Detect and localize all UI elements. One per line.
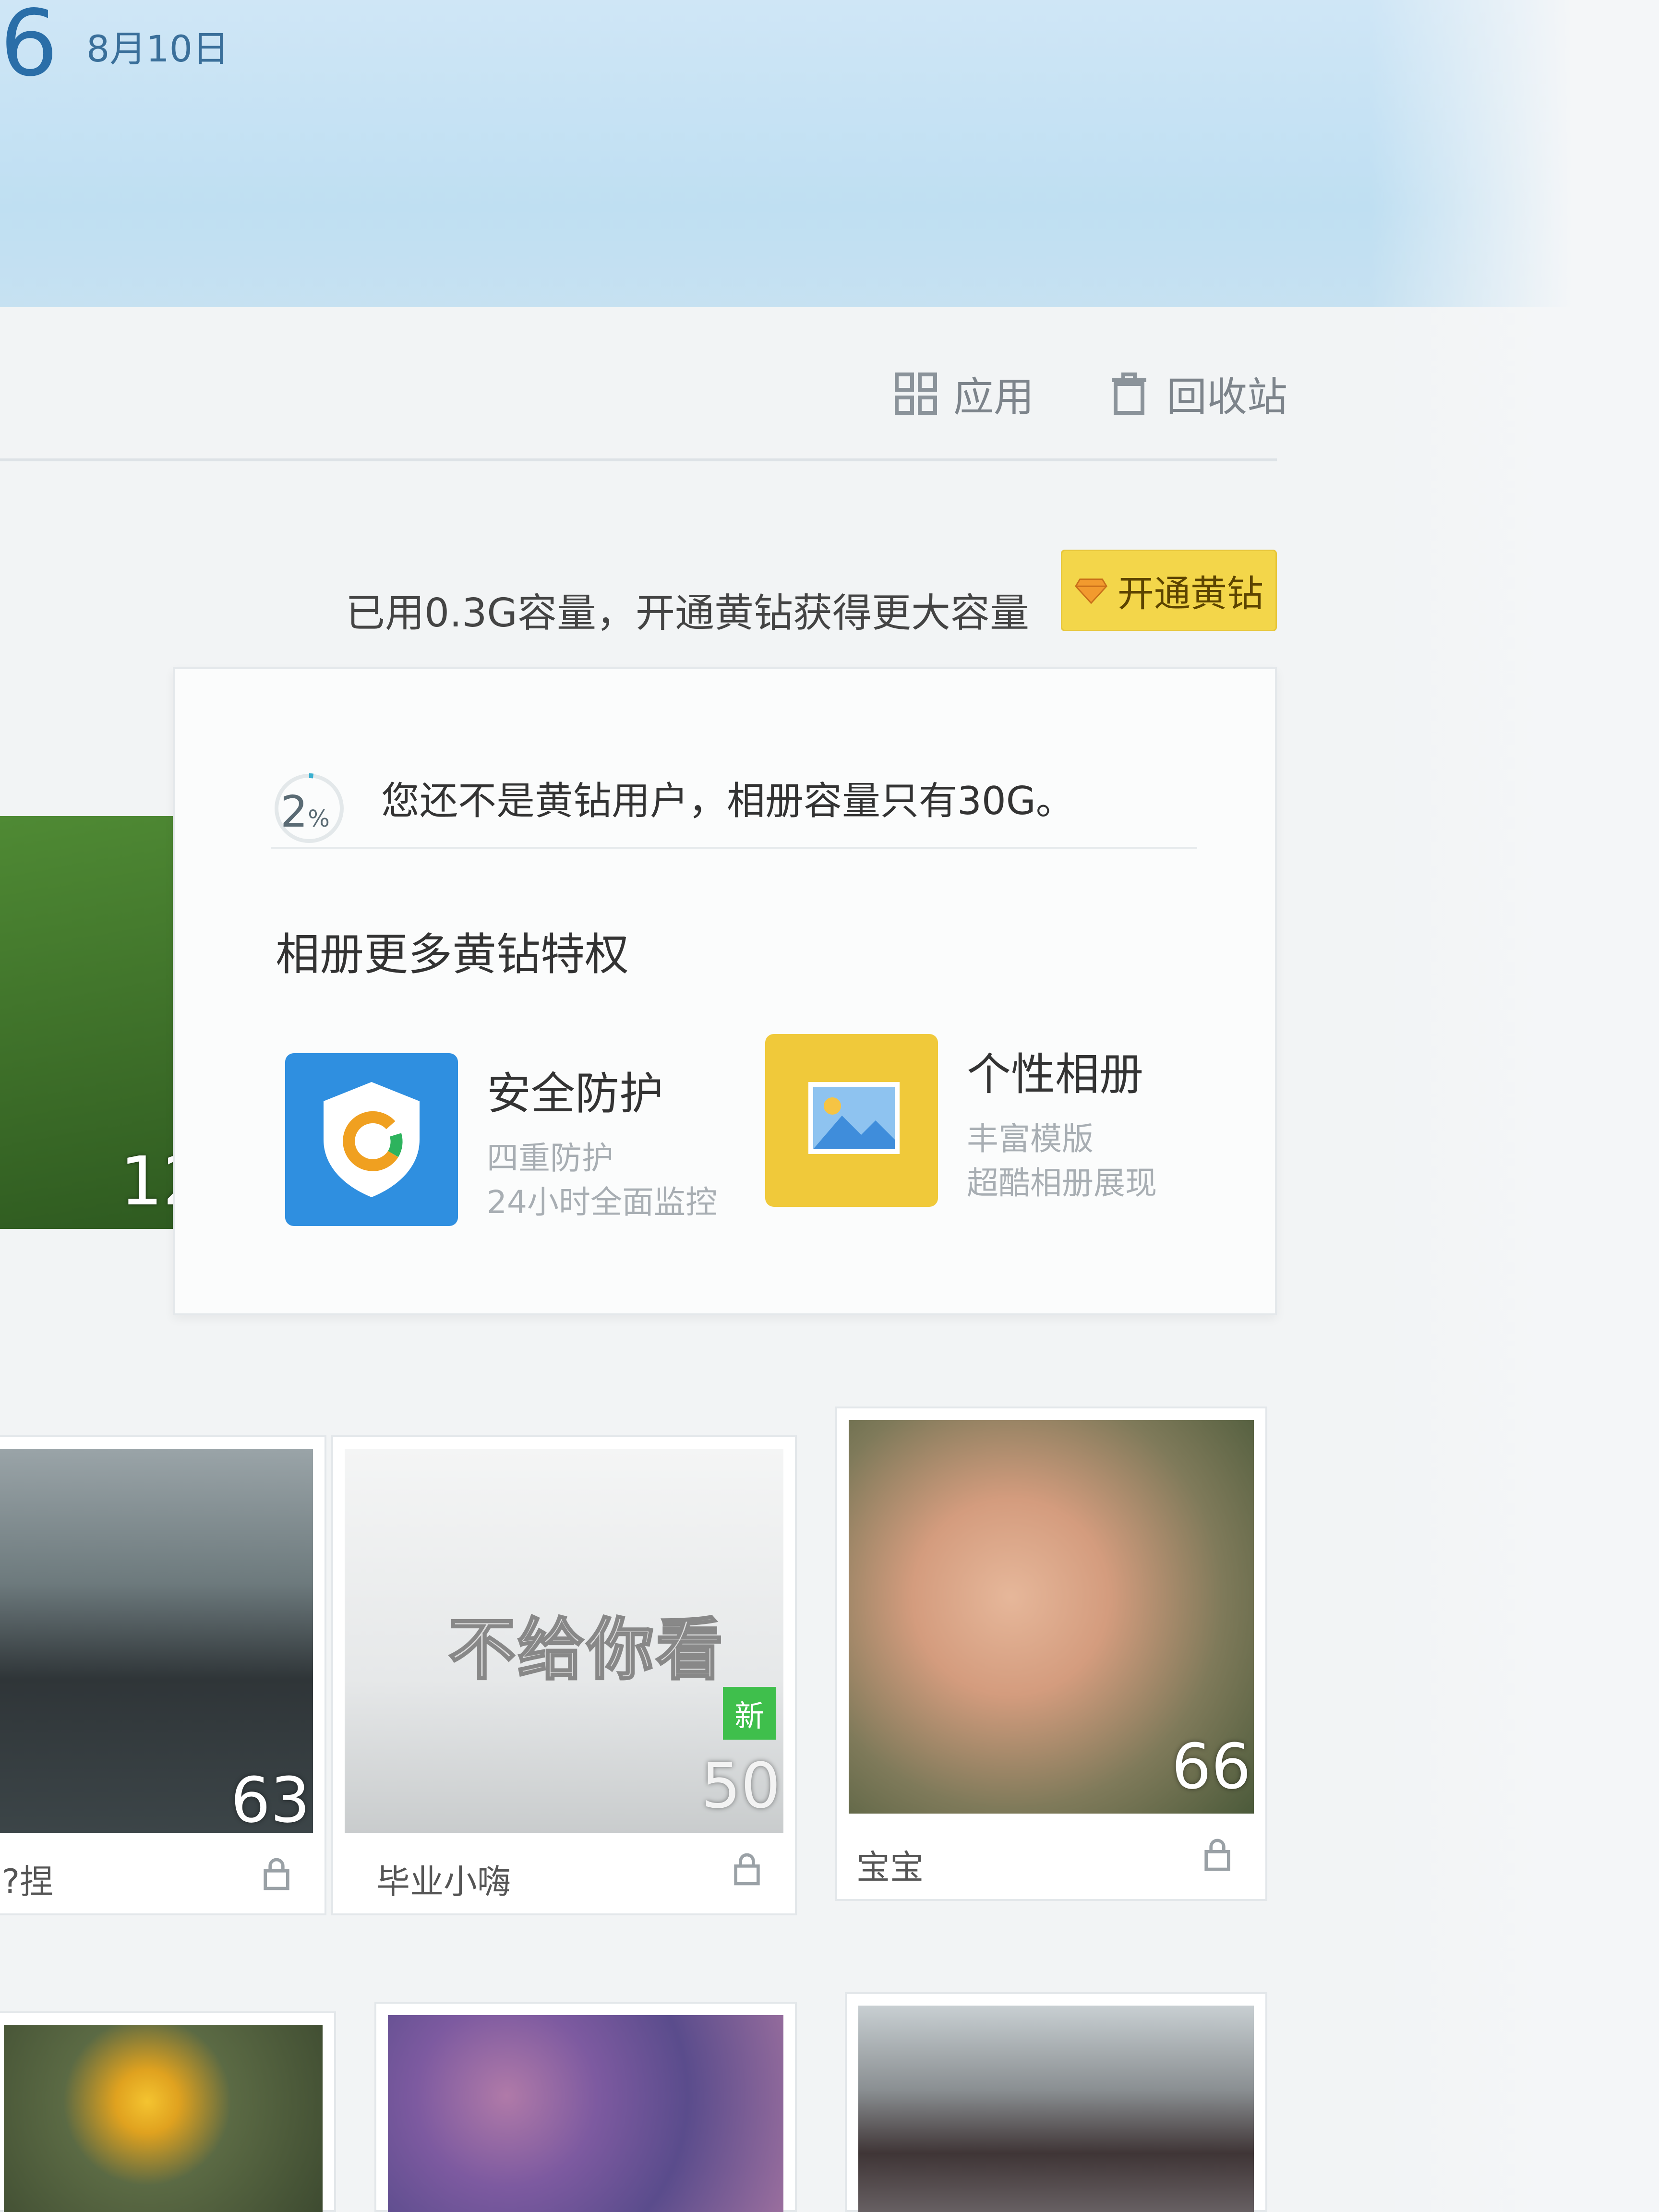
feature-security[interactable]: 安全防护 四重防护 24小时全面监控 <box>285 1053 717 1226</box>
album-photo-count: 66 <box>1171 1730 1251 1803</box>
feature-line-2: 超酷相册展现 <box>967 1165 1157 1202</box>
date-label: 8月10日 <box>86 27 229 70</box>
diamond-icon <box>1075 578 1107 604</box>
album-card[interactable] <box>0 2011 336 2212</box>
feature-text: 安全防护 四重防护 24小时全面监控 <box>487 1053 717 1226</box>
album-cover <box>388 2015 783 2212</box>
album-card[interactable]: 66 宝宝 <box>835 1407 1267 1901</box>
lock-icon <box>734 1853 760 1886</box>
picture-icon <box>765 1034 938 1207</box>
trash-icon <box>1112 373 1147 415</box>
album-card[interactable] <box>845 1992 1267 2212</box>
album-card[interactable]: 63 ?捏 <box>0 1435 326 1915</box>
feature-text: 个性相册 丰富模版 超酷相册展现 <box>967 1034 1157 1207</box>
usage-percent-value: 2 <box>280 787 308 837</box>
album-cover <box>858 2006 1254 2212</box>
feature-line-1: 丰富模版 <box>967 1120 1094 1157</box>
feature-line-2: 24小时全面监控 <box>487 1184 717 1221</box>
toolbar: 应用 回收站 <box>893 365 1287 422</box>
album-card[interactable]: 不给你看 新 50 毕业小嗨 <box>331 1435 797 1915</box>
recycle-bin-button[interactable]: 回收站 <box>1106 365 1287 423</box>
feature-personal-album[interactable]: 个性相册 丰富模版 超酷相册展现 <box>765 1034 1157 1207</box>
privileges-title: 相册更多黄钻特权 <box>276 929 629 980</box>
apps-label: 应用 <box>953 373 1034 421</box>
screen-edge <box>1371 0 1659 2212</box>
lock-icon <box>1204 1839 1230 1871</box>
not-vip-message: 您还不是黄钻用户，相册容量只有30G。 <box>381 779 1074 823</box>
feature-line-1: 四重防护 <box>487 1140 613 1177</box>
album-name: ?捏 <box>2 1862 54 1901</box>
storage-usage-text: 已用0.3G容量，开通黄钻获得更大容量 <box>346 590 1029 636</box>
date-day: 6 <box>0 0 58 96</box>
vip-button-label: 开通黄钻 <box>1118 572 1263 615</box>
open-yellow-diamond-button[interactable]: 开通黄钻 <box>1061 550 1277 631</box>
album-card[interactable] <box>374 2002 797 2212</box>
album-photo-count: 50 <box>701 1749 781 1822</box>
album-photo-count: 63 <box>230 1764 310 1837</box>
usage-percent-unit: % <box>308 805 330 832</box>
usage-percent: 2% <box>280 787 330 837</box>
shield-icon <box>285 1053 458 1226</box>
feature-title: 个性相册 <box>967 1049 1144 1100</box>
lock-icon <box>264 1858 289 1890</box>
album-cover-text: 不给你看 <box>447 1610 725 1690</box>
vip-popup: 2% 您还不是黄钻用户，相册容量只有30G。 相册更多黄钻特权 安全防护 四重防… <box>173 667 1277 1315</box>
album-name: 宝宝 <box>856 1848 924 1887</box>
recycle-label: 回收站 <box>1166 373 1288 421</box>
new-badge: 新 <box>723 1687 776 1740</box>
feature-title: 安全防护 <box>487 1068 664 1119</box>
apps-button[interactable]: 应用 <box>893 365 1034 423</box>
album-cover <box>4 2025 323 2212</box>
popup-divider <box>271 847 1197 849</box>
album-name: 毕业小嗨 <box>376 1862 511 1901</box>
divider <box>0 458 1277 461</box>
grid-icon <box>895 373 937 415</box>
